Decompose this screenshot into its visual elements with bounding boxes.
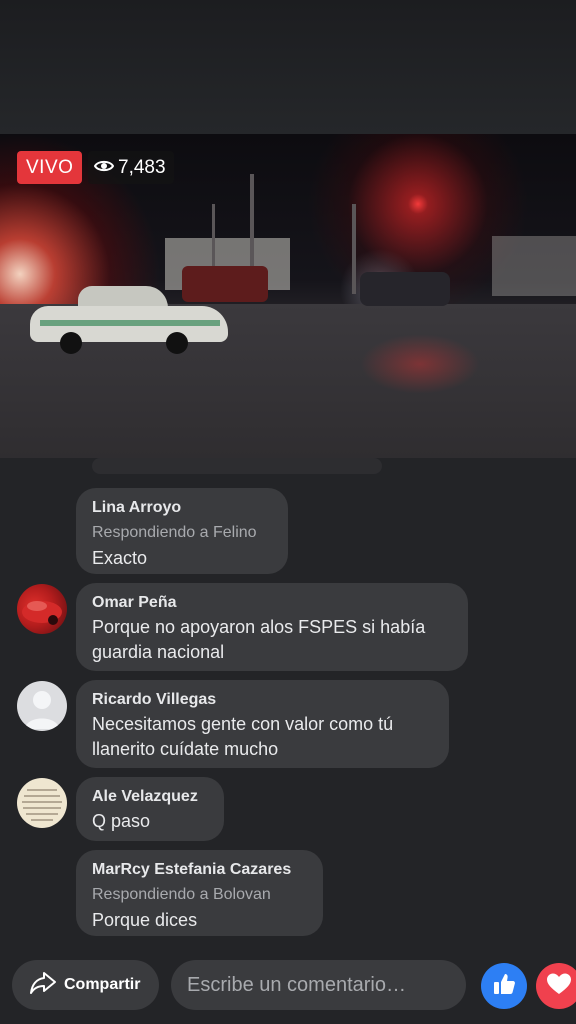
- comment-bubble[interactable]: Ricardo Villegas Necesitamos gente con v…: [76, 680, 449, 768]
- video-scene-suv: [360, 272, 450, 306]
- share-button[interactable]: Compartir: [12, 960, 159, 1010]
- comment-author[interactable]: Omar Peña: [92, 593, 452, 613]
- top-empty-area: [0, 0, 576, 134]
- comment-author[interactable]: Ricardo Villegas: [92, 690, 433, 710]
- comment-input[interactable]: [171, 960, 466, 1010]
- live-badge: VIVO: [17, 151, 83, 184]
- comment-text: Exacto: [92, 548, 148, 568]
- heart-icon: [546, 972, 572, 1001]
- comment-text: Porque no apoyaron alos FSPES si había g…: [92, 617, 426, 662]
- comment-bubble[interactable]: MarRcy Estefania Cazares Respondiendo a …: [76, 850, 323, 936]
- comment-author[interactable]: MarRcy Estefania Cazares: [92, 860, 307, 880]
- avatar[interactable]: [17, 778, 67, 828]
- comment-replying-to: Respondiendo a Felino: [92, 524, 257, 541]
- live-video-screen: VIVO 7,483 Lina Arroyo Respondiendo a Fe…: [0, 0, 576, 1024]
- default-avatar-icon[interactable]: [17, 681, 67, 731]
- video-scene-taxi: [30, 286, 228, 354]
- video-scene-building-right: [492, 236, 576, 296]
- share-label: Compartir: [64, 976, 141, 993]
- video-scene-light-reflection: [360, 334, 480, 394]
- comment-text: Q paso: [92, 811, 151, 831]
- comment-bubble[interactable]: Lina Arroyo Respondiendo a Felino Exacto: [76, 488, 288, 574]
- comment-bubble[interactable]: Ale Velazquez Q paso: [76, 777, 224, 841]
- thumbs-up-icon: [491, 971, 517, 1002]
- like-reaction-button[interactable]: [481, 963, 527, 1009]
- eye-icon: [93, 151, 115, 184]
- bottom-action-bar: Compartir: [0, 956, 576, 1024]
- live-video-player[interactable]: [0, 134, 576, 458]
- video-scene-pole: [212, 204, 215, 274]
- avatar[interactable]: [17, 584, 67, 634]
- comment-author[interactable]: Ale Velazquez: [92, 787, 208, 807]
- comment-author[interactable]: Lina Arroyo: [92, 498, 272, 518]
- previous-comment-fading: [92, 458, 382, 474]
- viewer-count-badge: 7,483: [88, 151, 174, 184]
- comment-text: Necesitamos gente con valor como tú llan…: [92, 714, 394, 759]
- love-reaction-button[interactable]: [536, 963, 576, 1009]
- comment-bubble[interactable]: Omar Peña Porque no apoyaron alos FSPES …: [76, 583, 468, 671]
- share-arrow-icon: [28, 970, 58, 1001]
- comment-text: Porque dices: [92, 910, 198, 930]
- video-scene-pole: [352, 204, 356, 294]
- comment-replying-to: Respondiendo a Bolovan: [92, 886, 271, 903]
- viewer-count: 7,483: [118, 157, 166, 178]
